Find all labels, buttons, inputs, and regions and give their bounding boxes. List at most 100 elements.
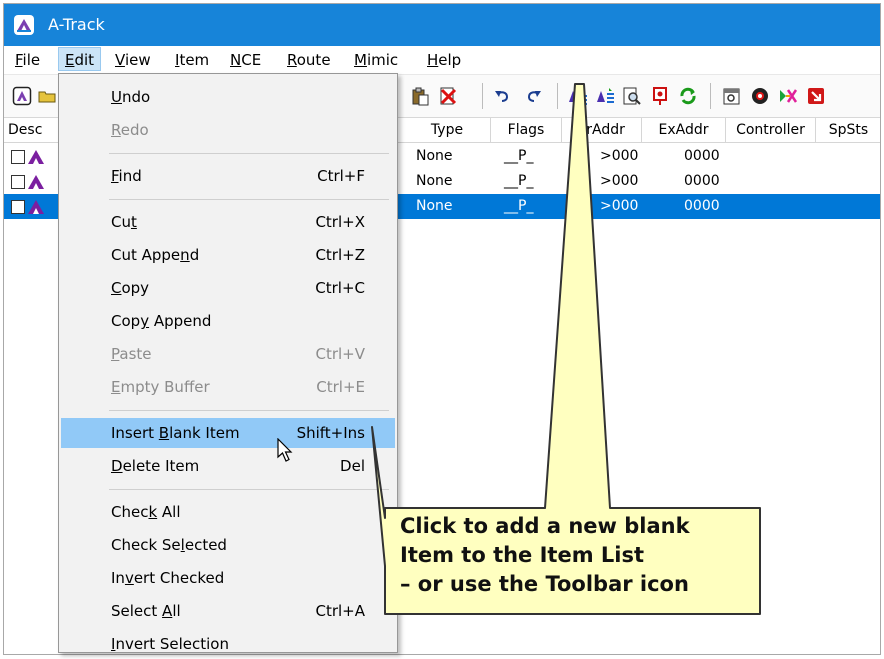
row-checkbox[interactable] <box>11 175 25 189</box>
insert-item-icon[interactable] <box>596 86 616 106</box>
label-part: aste <box>119 345 152 363</box>
toolbar-separator <box>557 83 558 109</box>
cell-exaddr: 0000 <box>684 173 720 189</box>
menu-mnemonic: V <box>115 51 125 69</box>
menu-separator <box>109 199 389 200</box>
menu-mimic[interactable]: Mimic <box>354 51 398 71</box>
menu-item-undo[interactable]: Undo <box>61 82 395 112</box>
label-part: In <box>111 569 125 587</box>
menu-item-shortcut: Del <box>340 457 365 475</box>
mimic-icon[interactable] <box>750 86 770 106</box>
menu-label-rest: tem <box>179 51 210 69</box>
row-checkbox[interactable] <box>11 200 25 214</box>
menu-separator <box>109 489 389 490</box>
menu-item-label: Cut <box>111 213 137 231</box>
label-part: Cut Appe <box>111 246 181 264</box>
menu-edit[interactable]: Edit <box>58 47 102 71</box>
label-part: Insert <box>111 424 159 442</box>
open-folder-icon[interactable] <box>37 86 57 106</box>
menu-item-paste[interactable]: Paste Ctrl+V <box>61 339 395 369</box>
menu-route[interactable]: Route <box>287 51 331 71</box>
menu-item-cut[interactable]: Cut Ctrl+X <box>61 207 395 237</box>
menu-item-invert-selection[interactable]: Invert Selection <box>61 629 395 659</box>
menu-item-check-selected[interactable]: Check Selected <box>61 530 395 560</box>
menu-separator <box>109 153 389 154</box>
callout-text: Click to add a new blank Item to the Ite… <box>400 512 760 599</box>
label-part: Cu <box>111 213 131 231</box>
properties-icon[interactable] <box>722 86 742 106</box>
label-part: ind <box>118 167 142 185</box>
menu-label-rest: iew <box>124 51 151 69</box>
column-header-exaddr[interactable]: ExAddr <box>642 118 726 142</box>
menu-mnemonic: M <box>354 51 367 69</box>
redo-icon[interactable] <box>524 86 544 106</box>
paste-icon[interactable] <box>410 86 430 106</box>
toolbar-separator <box>482 83 483 109</box>
menu-item-label: Paste <box>111 345 152 363</box>
find-icon[interactable] <box>622 86 642 106</box>
a-track-icon[interactable] <box>12 86 32 106</box>
signal-icon[interactable] <box>650 86 670 106</box>
menu-item-label: Copy Append <box>111 312 211 330</box>
menu-item-cut-append[interactable]: Cut Append Ctrl+Z <box>61 240 395 270</box>
mnemonic: R <box>111 121 121 139</box>
column-header-spsts[interactable]: SpSts <box>816 118 880 142</box>
label-part: elete Item <box>122 457 200 475</box>
menu-item-redo[interactable]: Redo <box>61 115 395 145</box>
menu-item-label: Empty Buffer <box>111 378 210 396</box>
label-part: ert Checked <box>133 569 225 587</box>
menu-view[interactable]: View <box>115 51 151 71</box>
mouse-pointer-icon <box>277 438 293 462</box>
menu-help[interactable]: Help <box>427 51 461 71</box>
menu-item-select-all[interactable]: Select All Ctrl+A <box>61 596 395 626</box>
refresh-icon[interactable] <box>678 86 698 106</box>
menu-item-shortcut: Ctrl+A <box>315 602 365 620</box>
menu-mnemonic: N <box>230 51 242 69</box>
menu-item-invert-checked[interactable]: Invert Checked <box>61 563 395 593</box>
cell-flags: __P_ <box>504 198 534 214</box>
delete-icon[interactable] <box>438 86 458 106</box>
item-type-icon <box>28 200 44 214</box>
menu-item-label: Insert Blank Item <box>111 424 240 442</box>
undo-icon[interactable] <box>492 86 512 106</box>
a-track-logo-icon <box>14 15 34 35</box>
menu-item-check-all[interactable]: Check All <box>61 497 395 527</box>
menu-item-label: Invert Selection <box>111 635 229 653</box>
cell-flags: __P_ <box>504 173 534 189</box>
cell-praddr: >000 <box>600 173 639 189</box>
column-header-flags[interactable]: Flags <box>491 118 562 142</box>
menu-item-delete-item[interactable]: Delete Item Del <box>61 451 395 481</box>
label-part: edo <box>120 121 149 139</box>
mnemonic: n <box>180 246 190 264</box>
column-header-controller[interactable]: Controller <box>726 118 816 142</box>
route-icon[interactable] <box>778 86 798 106</box>
item-type-icon <box>28 175 44 189</box>
exit-icon[interactable] <box>806 86 826 106</box>
menu-bar: File Edit View Item NCE Route Mimic Help <box>4 46 880 75</box>
menu-item-label: Check Selected <box>111 536 227 554</box>
menu-file[interactable]: File <box>15 51 40 71</box>
menu-item-find[interactable]: Find Ctrl+F <box>61 161 395 191</box>
window-title: A-Track <box>48 15 105 34</box>
title-bar: A-Track <box>4 4 880 46</box>
menu-item[interactable]: Item <box>175 51 209 71</box>
menu-item-copy[interactable]: Copy Ctrl+C <box>61 273 395 303</box>
label-part: mpty Buffer <box>120 378 210 396</box>
row-checkbox[interactable] <box>11 150 25 164</box>
menu-item-insert-blank-item[interactable]: Insert Blank Item Shift+Ins <box>61 418 395 448</box>
column-header-praddr[interactable]: PrAddr <box>562 118 642 142</box>
column-header-desc[interactable]: Desc <box>4 118 64 142</box>
cell-praddr: >000 <box>600 198 639 214</box>
menu-item-copy-append[interactable]: Copy Append <box>61 306 395 336</box>
menu-item-empty-buffer[interactable]: Empty Buffer Ctrl+E <box>61 372 395 402</box>
menu-item-label: Delete Item <box>111 457 199 475</box>
insert-blank-item-icon[interactable] <box>568 86 588 106</box>
menu-nce[interactable]: NCE <box>230 51 261 71</box>
menu-label-rest: dit <box>74 51 95 69</box>
mnemonic: C <box>111 279 122 297</box>
menu-item-label: Redo <box>111 121 149 139</box>
menu-item-label: Cut Append <box>111 246 199 264</box>
cell-type: None <box>416 173 453 189</box>
column-header-type[interactable]: Type <box>404 118 491 142</box>
label-part: lank Item <box>169 424 240 442</box>
